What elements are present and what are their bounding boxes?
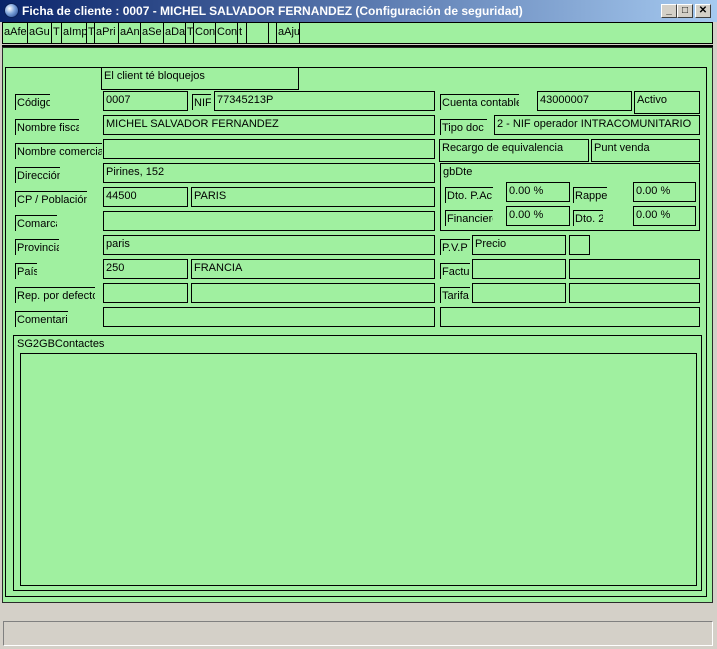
nombre-fiscal-field[interactable]: MICHEL SALVADOR FERNANDEZ [103,115,435,135]
close-button[interactable]: ✕ [695,4,711,18]
nif-field[interactable]: 77345213P [214,91,435,111]
contactes-label: SG2GBContactes [17,338,105,350]
cp-field[interactable]: 44500 [103,187,188,207]
toolbar-button-2[interactable]: aGu [28,23,52,43]
toolbar-button-15[interactable] [269,23,277,43]
rep-label: Rep. por defecto [15,287,95,303]
tarifa-desc-field[interactable] [569,283,700,303]
toolbar-button-13[interactable]: t [238,23,247,43]
comentario-field[interactable] [103,307,435,327]
financiero-label: Financiero [445,210,493,226]
tipo-doc-field[interactable]: 2 - NIF operador INTRACOMUNITARIO [494,115,700,135]
tarifa-field[interactable] [472,283,566,303]
factura-label: Factu [440,263,470,279]
direccion-label: Dirección [15,167,60,183]
direccion-field[interactable]: Pirines, 152 [103,163,435,183]
pais-code-field[interactable]: 250 [103,259,188,279]
pvp-field[interactable]: Precio [472,235,566,255]
recargo-checkbox[interactable]: Recargo de equivalencia [439,139,589,162]
tarifa-label: Tarifa [440,287,470,303]
cuenta-field[interactable]: 43000007 [537,91,632,111]
financiero-field[interactable]: 0.00 % [506,206,570,226]
rep-name-field[interactable] [191,283,435,303]
app-icon [4,3,19,18]
minimize-button[interactable]: _ [661,4,677,18]
nombre-comercial-label: Nombre comercial [15,143,102,159]
codigo-field[interactable]: 0007 [103,91,188,111]
contactes-group: SG2GBContactes [13,335,702,591]
toolbar-button-7[interactable]: aAn [119,23,141,43]
rappel-label: Rappe [573,187,607,203]
nif-label: NIF [192,94,211,110]
poblacion-field[interactable]: PARIS [191,187,435,207]
rappel-field[interactable]: 0.00 % [633,182,696,202]
estado-field[interactable]: Activo [634,91,700,114]
pais-label: País [15,263,37,279]
toolbar-button-5[interactable]: T [87,23,95,43]
toolbar-button-6[interactable]: aPri [95,23,119,43]
dto2-field[interactable]: 0.00 % [633,206,696,226]
factura-desc-field[interactable] [569,259,700,279]
nombre-fiscal-label: Nombre fiscal [15,119,79,135]
toolbar-button-14[interactable] [247,23,269,43]
toolbar-button-1[interactable]: aAfe [3,23,28,43]
dto-pac-label: Dto. P.Ac [445,187,493,203]
maximize-button[interactable]: □ [677,4,693,18]
factura-field[interactable] [472,259,566,279]
toolbar-button-9[interactable]: aDa [164,23,186,43]
comentario2-field[interactable] [440,307,700,327]
codigo-label: Código [15,94,50,110]
cuenta-label: Cuenta contable [440,94,519,110]
rep-code-field[interactable] [103,283,188,303]
comentario-label: Comentario [15,311,68,327]
dto2-label: Dto. 2 [573,210,603,226]
provincia-field[interactable]: paris [103,235,435,255]
tipo-doc-label: Tipo doc [440,119,487,135]
title-bar: Ficha de cliente : 0007 - MICHEL SALVADO… [0,0,717,22]
dto-pac-field[interactable]: 0.00 % [506,182,570,202]
blocked-banner: El client té bloquejos [101,67,299,90]
toolbar-button-4[interactable]: aImp [62,23,87,43]
toolbar: aAfe aGu T aImp T aPri aAn aSe aDa T Con… [2,22,713,44]
cp-label: CP / Población [15,191,87,207]
status-bar [3,621,713,646]
provincia-label: Provincia [15,239,59,255]
comarca-label: Comarca [15,215,57,231]
toolbar-button-8[interactable]: aSe [141,23,164,43]
toolbar-button-3[interactable]: T [52,23,62,43]
comarca-field[interactable] [103,211,435,231]
nombre-comercial-field[interactable] [103,139,435,159]
toolbar-button-16[interactable]: aAju [277,23,300,43]
window-title: Ficha de cliente : 0007 - MICHEL SALVADO… [22,4,523,18]
gbdte-label: gbDte [443,166,473,178]
contactes-grid[interactable] [20,353,697,586]
toolbar-button-10[interactable]: T [186,23,194,43]
pvp-checkbox[interactable] [569,235,590,255]
toolbar-button-11[interactable]: Con [194,23,216,43]
pais-field[interactable]: FRANCIA [191,259,435,279]
toolbar-button-12[interactable]: Con [216,23,238,43]
punt-venda-checkbox[interactable]: Punt venda [591,139,700,162]
pvp-label: P.V.P [440,239,470,255]
